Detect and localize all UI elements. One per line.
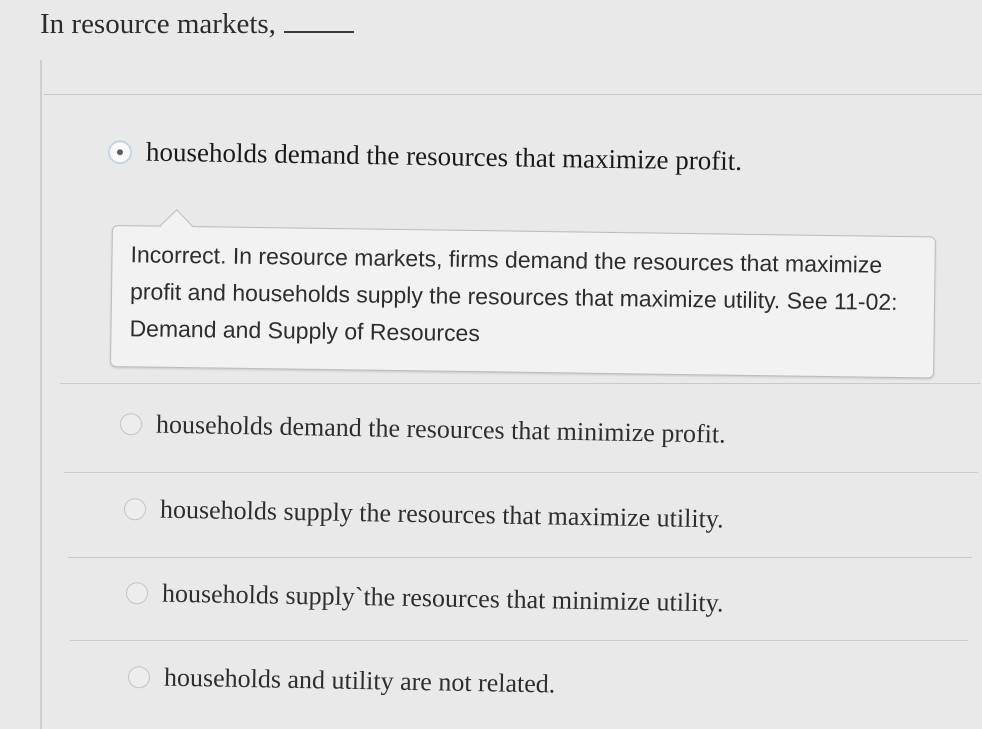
divider (70, 640, 968, 641)
divider (68, 557, 972, 558)
answer-option-label: households supply`the resources that min… (161, 578, 724, 618)
feedback-text: Incorrect. In resource markets, firms de… (129, 236, 914, 358)
divider (44, 94, 982, 95)
radio-icon[interactable] (127, 666, 151, 689)
question-prompt: In resource markets, (40, 8, 354, 41)
answer-option-3[interactable]: households supply the resources that max… (123, 494, 724, 534)
answer-option-label: households and utility are not related. (163, 662, 556, 699)
answer-option-4[interactable]: households supply`the resources that min… (125, 578, 724, 618)
answer-option-label: households demand the resources that max… (145, 136, 743, 176)
feedback-box: Incorrect. In resource markets, firms de… (110, 225, 936, 379)
feedback-body: In resource markets, firms demand the re… (129, 242, 883, 314)
divider (64, 472, 978, 473)
answer-option-1[interactable]: households demand the resources that max… (107, 136, 743, 177)
answer-option-5[interactable]: households and utility are not related. (127, 662, 556, 699)
answer-option-label: households demand the resources that min… (155, 409, 726, 449)
radio-icon[interactable] (125, 582, 149, 605)
radio-icon[interactable] (119, 413, 143, 436)
radio-selected-icon[interactable] (107, 139, 133, 164)
feedback-status: Incorrect. (130, 241, 227, 269)
feedback-see: See (786, 287, 828, 314)
radio-icon[interactable] (123, 498, 147, 521)
answer-option-label: households supply the resources that max… (159, 494, 724, 534)
question-text: In resource markets, (40, 8, 276, 40)
divider (60, 383, 980, 384)
answer-option-2[interactable]: households demand the resources that min… (119, 409, 726, 450)
left-border-line (40, 60, 42, 729)
answer-blank (283, 13, 354, 33)
